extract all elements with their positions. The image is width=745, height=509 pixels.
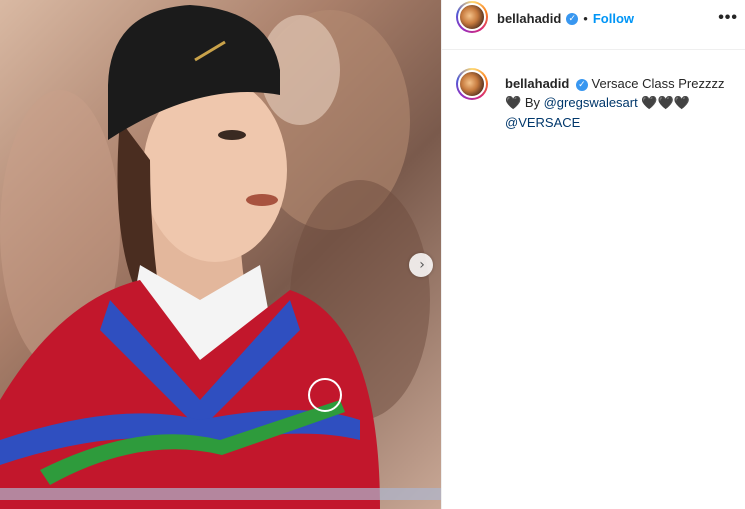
black-hearts-icon: 🖤🖤🖤	[641, 96, 690, 111]
follow-button[interactable]: Follow	[593, 11, 634, 26]
caption-text: bellahadid ✓ Versace Class Prezzzz 🖤 By …	[505, 74, 735, 132]
separator-dot: •	[583, 11, 588, 26]
verified-badge-icon: ✓	[575, 78, 588, 91]
mention-versace[interactable]: @VERSACE	[505, 115, 580, 130]
photo-illustration	[0, 5, 441, 509]
avatar[interactable]	[456, 1, 488, 33]
next-image-button[interactable]: ›	[409, 253, 433, 277]
post-image[interactable]: ›	[0, 0, 441, 509]
verified-badge-icon: ✓	[566, 12, 579, 25]
caption-body: Versace Class Prezzzz	[591, 76, 725, 91]
chevron-right-icon: ›	[419, 257, 425, 273]
black-heart-icon: 🖤	[505, 96, 522, 111]
by-label: By	[524, 95, 540, 110]
caption-avatar[interactable]	[456, 68, 488, 100]
header-username[interactable]: bellahadid	[497, 11, 561, 26]
post-header: bellahadid ✓ • Follow •••	[442, 0, 745, 50]
divider	[441, 0, 442, 509]
mention-gregswalesart[interactable]: @gregswalesart	[544, 95, 638, 110]
caption-username[interactable]: bellahadid	[505, 76, 569, 91]
more-options-icon[interactable]: •••	[718, 9, 738, 27]
